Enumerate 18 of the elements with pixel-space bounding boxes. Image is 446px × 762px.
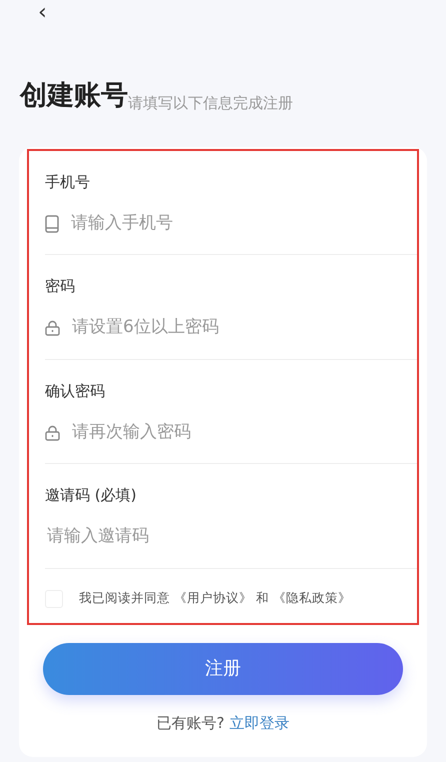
lock-icon xyxy=(45,424,60,440)
phone-icon xyxy=(45,214,59,232)
login-prompt: 已有账号? xyxy=(156,714,224,732)
input-field[interactable]: 请再次输入密码 xyxy=(70,418,417,446)
field-label: 邀请码 (必填) xyxy=(45,485,138,506)
input-field[interactable]: 请设置6位以上密码 xyxy=(70,314,417,342)
field-label: 手机号 xyxy=(45,172,91,192)
register-button[interactable]: 注册 xyxy=(43,642,403,694)
field-label: 密码 xyxy=(45,276,76,297)
input-field[interactable]: 请输入邀请码 xyxy=(45,523,417,551)
login-link[interactable]: 立即登录 xyxy=(230,714,290,732)
agreement-text: 我已阅读并同意 《用户协议》 和 《隐私政策》 xyxy=(79,589,351,608)
lock-icon xyxy=(45,320,60,336)
back-button[interactable]: ‹ xyxy=(32,2,53,24)
page-subtitle: 请填写以下信息完成注册 xyxy=(128,93,293,114)
field-label: 确认密码 xyxy=(45,380,106,402)
input-field[interactable]: 请输入手机号 xyxy=(69,210,417,238)
page-title: 创建账号 xyxy=(20,79,128,113)
